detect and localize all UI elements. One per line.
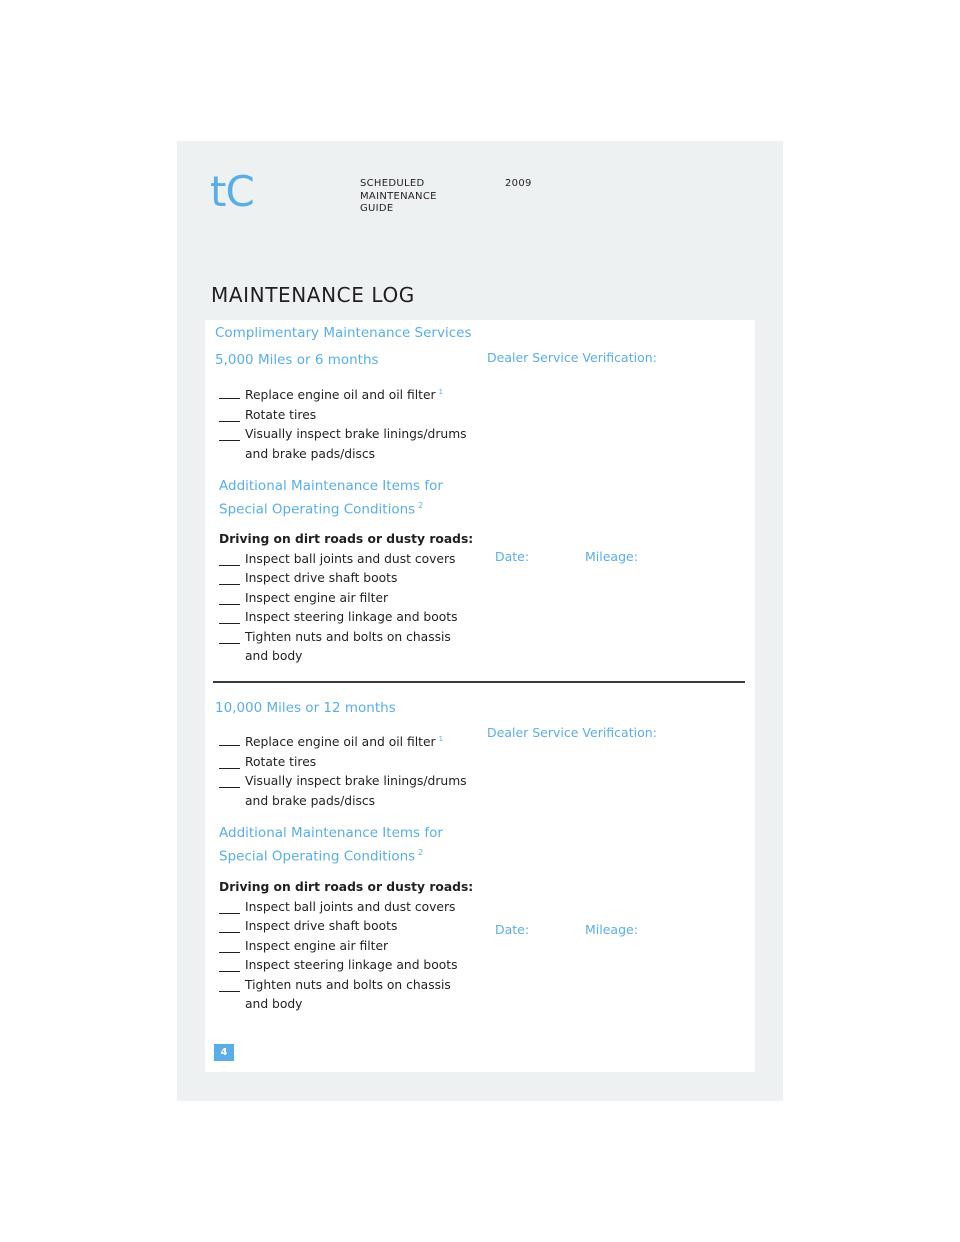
mileage-label: Mileage: <box>585 922 638 937</box>
checklist-item-text: Rotate tires <box>245 754 317 769</box>
checklist-item-text: Inspect drive shaft boots <box>245 571 398 585</box>
checklist-item[interactable]: Visually inspect brake linings/drums and… <box>219 425 477 464</box>
page-number-badge: 4 <box>214 1044 234 1061</box>
checklist-item[interactable]: Inspect ball joints and dust covers <box>219 898 485 918</box>
guide-title: SCHEDULED MAINTENANCE GUIDE <box>360 178 437 216</box>
guide-title-line: SCHEDULED <box>360 178 425 189</box>
service-checklist: Replace engine oil and oil filter 1 Rotat… <box>219 730 485 811</box>
condition-checklist: Driving on dirt roads or dusty roads: In… <box>219 530 485 667</box>
date-label: Date: <box>495 549 530 564</box>
checklist-item-text: Inspect engine air filter <box>245 590 389 605</box>
checklist-item-text: Inspect steering linkage and boots <box>245 610 458 624</box>
mileage-label: Mileage: <box>585 549 638 564</box>
checklist-item-text: Tighten nuts and bolts on chassis and bo… <box>245 977 451 1012</box>
brand-logo: tC <box>210 167 255 216</box>
checklist-item[interactable]: Inspect ball joints and dust covers <box>219 550 485 570</box>
checklist-item[interactable]: Inspect drive shaft boots <box>219 569 485 589</box>
checklist-item[interactable]: Inspect engine air filter <box>219 937 485 957</box>
checklist-item-text: Tighten nuts and bolts on chassis and bo… <box>245 629 451 664</box>
checklist-item[interactable]: Tighten nuts and bolts on chassis and bo… <box>219 976 460 1015</box>
footnote-marker: 1 <box>438 735 444 743</box>
condition-label: Driving on dirt roads or dusty roads: <box>219 880 474 894</box>
additional-heading-line: Special Operating Conditions <box>219 848 416 865</box>
page-title: MAINTENANCE LOG <box>211 283 415 307</box>
interval-heading: 10,000 Miles or 12 months <box>215 700 396 716</box>
footnote-marker: 2 <box>418 848 424 857</box>
checklist-item-text: Inspect ball joints and dust covers <box>245 899 456 914</box>
checklist-item-text: Visually inspect brake linings/drums and… <box>245 427 467 461</box>
additional-items-heading: Additional Maintenance Items for Special… <box>219 824 443 867</box>
dealer-verification-label: Dealer Service Verification: <box>487 725 657 740</box>
condition-label: Driving on dirt roads or dusty roads: <box>219 532 474 546</box>
condition-checklist: Driving on dirt roads or dusty roads: In… <box>219 878 485 1015</box>
checklist-item[interactable]: Rotate tires <box>219 753 485 773</box>
guide-year: 2009 <box>505 178 532 189</box>
checklist-item-text: Visually inspect brake linings/drums and… <box>245 774 467 808</box>
interval-heading: 5,000 Miles or 6 months <box>215 352 379 368</box>
checklist-item[interactable]: Rotate tires <box>219 406 485 426</box>
additional-heading-line: Additional Maintenance Items for <box>219 478 443 494</box>
dealer-verification-label: Dealer Service Verification: <box>487 350 657 365</box>
complimentary-heading: Complimentary Maintenance Services <box>215 325 472 341</box>
additional-items-heading: Additional Maintenance Items for Special… <box>219 477 443 520</box>
checklist-item[interactable]: Inspect steering linkage and boots <box>219 608 485 628</box>
additional-heading-line: Special Operating Conditions <box>219 501 416 518</box>
checklist-item-text: Inspect engine air filter <box>245 938 389 953</box>
checklist-item[interactable]: Inspect engine air filter <box>219 589 485 609</box>
section-divider <box>213 681 745 683</box>
service-checklist: Replace engine oil and oil filter 1 Rotat… <box>219 383 485 464</box>
checklist-item-text: Inspect steering linkage and boots <box>245 958 458 972</box>
checklist-item-text: Inspect drive shaft boots <box>245 919 398 933</box>
checklist-item[interactable]: Replace engine oil and oil filter 1 <box>219 730 485 753</box>
date-label: Date: <box>495 922 530 937</box>
checklist-item[interactable]: Inspect drive shaft boots <box>219 917 485 937</box>
checklist-item-text: Replace engine oil and oil filter <box>245 735 436 750</box>
checklist-item[interactable]: Visually inspect brake linings/drums and… <box>219 772 477 811</box>
checklist-item[interactable]: Tighten nuts and bolts on chassis and bo… <box>219 628 460 667</box>
footnote-marker: 2 <box>418 501 424 510</box>
guide-title-line: GUIDE <box>360 203 394 214</box>
additional-heading-line: Additional Maintenance Items for <box>219 825 443 841</box>
checklist-item-text: Inspect ball joints and dust covers <box>245 551 456 566</box>
guide-title-line: MAINTENANCE <box>360 190 437 202</box>
checklist-item[interactable]: Replace engine oil and oil filter 1 <box>219 383 485 406</box>
checklist-item[interactable]: Inspect steering linkage and boots <box>219 956 485 976</box>
footnote-marker: 1 <box>438 388 444 396</box>
checklist-item-text: Replace engine oil and oil filter <box>245 388 436 403</box>
checklist-item-text: Rotate tires <box>245 407 317 422</box>
